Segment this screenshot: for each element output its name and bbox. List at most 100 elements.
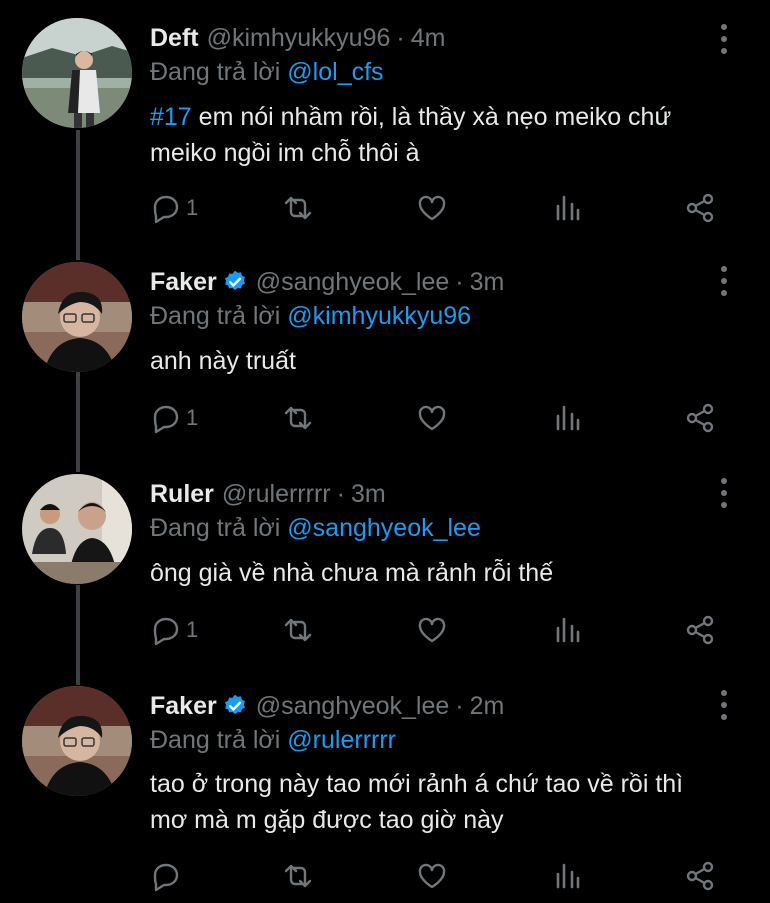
user-handle[interactable]: @sanghyeok_lee xyxy=(256,692,450,721)
reply-button[interactable] xyxy=(150,858,186,894)
tweet-text: ông già về nhà chưa mà rảnh rỗi thế xyxy=(150,555,740,591)
retweet-button[interactable] xyxy=(282,400,314,436)
user-handle[interactable]: @rulerrrrr xyxy=(222,480,331,509)
like-button[interactable] xyxy=(416,858,448,894)
views-button[interactable] xyxy=(552,400,584,436)
tweet-header: Ruler @rulerrrrr · 3m xyxy=(150,474,386,514)
retweet-button[interactable] xyxy=(282,190,314,226)
reply-button[interactable]: 1 xyxy=(150,612,198,648)
like-icon xyxy=(418,863,446,889)
replying-to: Đang trả lời @sanghyeok_lee xyxy=(150,514,481,543)
retweet-icon xyxy=(284,406,312,430)
tweet-text: anh này truất xyxy=(150,343,740,379)
verified-badge-icon xyxy=(224,270,245,291)
views-icon xyxy=(556,195,580,221)
action-bar: 1 xyxy=(150,400,730,436)
like-button[interactable] xyxy=(416,190,448,226)
like-button[interactable] xyxy=(416,612,448,648)
timestamp[interactable]: 2m xyxy=(470,692,505,721)
like-icon xyxy=(418,195,446,221)
action-bar: 1 xyxy=(150,190,730,226)
retweet-icon xyxy=(284,864,312,888)
replying-label: Đang trả lời xyxy=(150,514,281,542)
views-icon xyxy=(556,617,580,643)
views-button[interactable] xyxy=(552,612,584,648)
avatar[interactable] xyxy=(22,686,132,796)
tweet-header: Faker @sanghyeok_lee · 3m xyxy=(150,262,504,302)
avatar[interactable] xyxy=(22,18,132,128)
replying-to: Đang trả lời @lol_cfs xyxy=(150,58,384,87)
share-button[interactable] xyxy=(684,190,716,226)
tweet-text-line: em nói nhầm rồi, là thầy xà nẹo meiko ch… xyxy=(191,103,672,131)
more-options-icon[interactable] xyxy=(712,266,736,296)
display-name[interactable]: Faker xyxy=(150,268,217,297)
tweet-text: tao ở trong này tao mới rảnh á chứ tao v… xyxy=(150,766,740,838)
tweet-text-line: meiko ngồi im chỗ thôi à xyxy=(150,139,420,167)
reply-icon xyxy=(153,195,179,224)
reply-button[interactable]: 1 xyxy=(150,400,198,436)
retweet-icon xyxy=(284,196,312,220)
user-handle[interactable]: @sanghyeok_lee xyxy=(256,268,450,297)
views-button[interactable] xyxy=(552,190,584,226)
action-bar xyxy=(150,858,730,894)
like-button[interactable] xyxy=(416,400,448,436)
replying-label: Đang trả lời xyxy=(150,302,281,330)
retweet-button[interactable] xyxy=(282,612,314,648)
like-icon xyxy=(418,405,446,431)
reply-button[interactable]: 1 xyxy=(150,190,198,226)
tweet[interactable]: Deft @kimhyukkyu96 · 4m Đang trả lời @lo… xyxy=(0,0,770,260)
mention-link[interactable]: @rulerrrrr xyxy=(287,726,396,754)
verified-badge-icon xyxy=(224,694,245,715)
mention-link[interactable]: @lol_cfs xyxy=(287,58,383,86)
share-icon xyxy=(686,861,714,891)
share-icon xyxy=(686,615,714,645)
share-button[interactable] xyxy=(684,858,716,894)
replying-label: Đang trả lời xyxy=(150,58,281,86)
mention-link[interactable]: @kimhyukkyu96 xyxy=(287,302,471,330)
tweet[interactable]: Ruler @rulerrrrr · 3m Đang trả lời @sang… xyxy=(0,474,770,684)
timestamp[interactable]: 3m xyxy=(470,268,505,297)
retweet-icon xyxy=(284,618,312,642)
tweet-text-line: ông già về nhà chưa mà rảnh rỗi thế xyxy=(150,559,554,587)
tweet[interactable]: Faker @sanghyeok_lee · 3m Đang trả lời @… xyxy=(0,262,770,472)
user-handle[interactable]: @kimhyukkyu96 xyxy=(207,24,391,53)
retweet-button[interactable] xyxy=(282,858,314,894)
tweet[interactable]: Faker @sanghyeok_lee · 2m Đang trả lời @… xyxy=(0,686,770,903)
tweet-text-line: tao ở trong này tao mới rảnh á chứ tao v… xyxy=(150,770,684,798)
reply-count: 1 xyxy=(186,405,199,430)
like-icon xyxy=(418,617,446,643)
reply-icon xyxy=(153,617,179,646)
views-icon xyxy=(556,863,580,889)
views-button[interactable] xyxy=(552,858,584,894)
views-icon xyxy=(556,405,580,431)
separator-dot: · xyxy=(455,267,464,296)
reply-icon xyxy=(153,405,179,434)
timestamp[interactable]: 4m xyxy=(411,24,446,53)
hashtag-link[interactable]: #17 xyxy=(150,103,192,131)
tweet-text-line: mơ mà m gặp được tao giờ này xyxy=(150,806,504,834)
separator-dot: · xyxy=(336,479,345,508)
replying-to: Đang trả lời @rulerrrrr xyxy=(150,726,396,755)
avatar[interactable] xyxy=(22,474,132,584)
display-name[interactable]: Faker xyxy=(150,692,217,721)
more-options-icon[interactable] xyxy=(712,690,736,720)
tweet-text-line: anh này truất xyxy=(150,347,296,375)
action-bar: 1 xyxy=(150,612,730,648)
more-options-icon[interactable] xyxy=(712,478,736,508)
reply-icon xyxy=(153,863,179,892)
more-options-icon[interactable] xyxy=(712,24,736,54)
tweet-header: Faker @sanghyeok_lee · 2m xyxy=(150,686,504,726)
avatar[interactable] xyxy=(22,262,132,372)
replying-to: Đang trả lời @kimhyukkyu96 xyxy=(150,302,471,331)
reply-count: 1 xyxy=(186,195,199,220)
replying-label: Đang trả lời xyxy=(150,726,281,754)
display-name[interactable]: Deft xyxy=(150,24,199,53)
tweet-header: Deft @kimhyukkyu96 · 4m xyxy=(150,18,445,58)
mention-link[interactable]: @sanghyeok_lee xyxy=(287,514,481,542)
display-name[interactable]: Ruler xyxy=(150,480,214,509)
share-button[interactable] xyxy=(684,400,716,436)
share-button[interactable] xyxy=(684,612,716,648)
timestamp[interactable]: 3m xyxy=(351,480,386,509)
share-icon xyxy=(686,193,714,223)
tweet-text: #17 em nói nhầm rồi, là thầy xà nẹo meik… xyxy=(150,99,740,171)
